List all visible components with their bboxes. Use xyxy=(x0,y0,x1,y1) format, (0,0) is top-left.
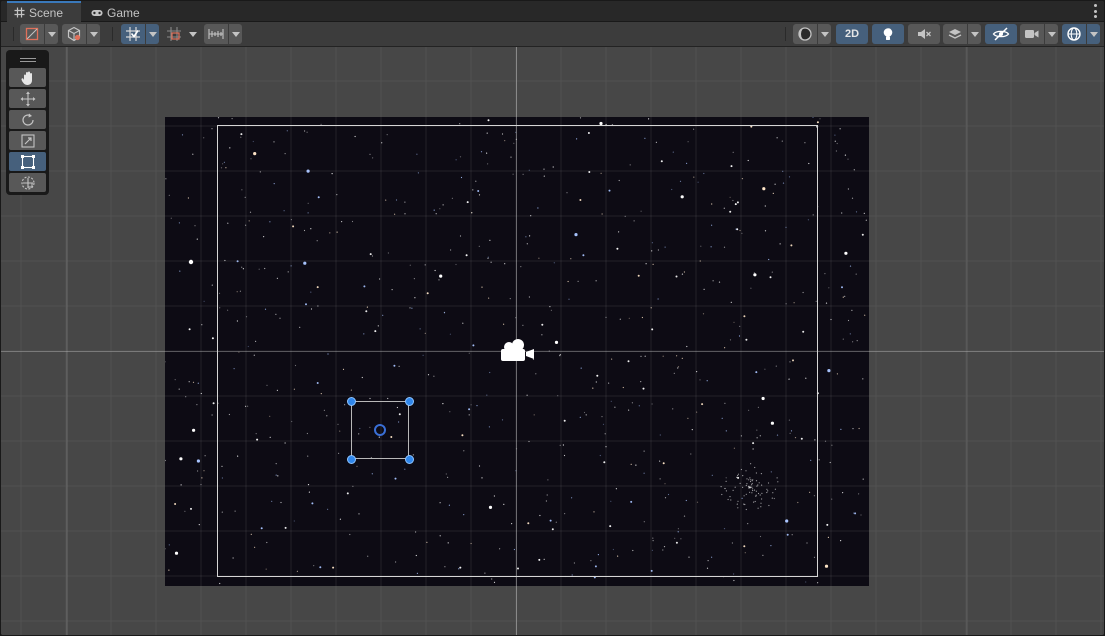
2d-toggle-label: 2D xyxy=(844,28,860,40)
toolbar-separator xyxy=(13,27,14,41)
chevron-down-icon[interactable] xyxy=(44,24,58,44)
move-arrows-icon xyxy=(20,91,35,106)
tab-scene[interactable]: Scene xyxy=(7,1,81,22)
rotate-icon xyxy=(21,113,34,126)
rect-tool-button[interactable] xyxy=(9,152,46,171)
grid-snap-icon xyxy=(126,27,140,41)
visibility-toggle-button[interactable] xyxy=(985,24,1017,44)
audio-toggle-button[interactable] xyxy=(908,24,940,44)
ruler-button[interactable] xyxy=(204,24,242,44)
rect-handle-top-left[interactable] xyxy=(346,396,356,406)
mute-icon xyxy=(918,29,931,39)
view-tool-button[interactable] xyxy=(9,68,46,87)
layers-icon xyxy=(948,29,962,39)
camera-gizmo-icon[interactable] xyxy=(498,337,536,365)
2d-toggle-button[interactable]: 2D xyxy=(836,24,868,44)
move-tool-button[interactable] xyxy=(9,89,46,108)
scene-camera-mode-button[interactable] xyxy=(62,24,100,44)
tab-game[interactable]: Game xyxy=(85,3,149,22)
chevron-down-icon[interactable] xyxy=(967,24,981,44)
scene-camera-button[interactable] xyxy=(1020,24,1058,44)
pivot-handle[interactable] xyxy=(374,424,386,436)
lighting-toggle-button[interactable] xyxy=(872,24,904,44)
toolbar-separator xyxy=(785,27,786,41)
more-options-icon[interactable] xyxy=(1092,4,1098,18)
gizmo-globe-icon xyxy=(1067,27,1081,41)
rotate-tool-button[interactable] xyxy=(9,110,46,129)
tools-overlay xyxy=(6,50,49,195)
rect-handle-bottom-right[interactable] xyxy=(404,454,414,464)
tab-game-label: Game xyxy=(107,5,140,20)
chevron-down-icon[interactable] xyxy=(817,24,831,44)
chevron-down-icon[interactable] xyxy=(1044,24,1058,44)
chevron-down-icon[interactable] xyxy=(186,24,200,44)
chevron-down-icon[interactable] xyxy=(145,24,159,44)
rect-handle-top-right[interactable] xyxy=(404,396,414,406)
effects-toggle-button[interactable] xyxy=(943,24,981,44)
transform-tool-button[interactable] xyxy=(9,173,46,192)
hand-icon xyxy=(20,71,32,85)
toolbar-separator xyxy=(112,27,113,41)
video-camera-icon xyxy=(1025,30,1039,38)
gizmos-button[interactable] xyxy=(1062,24,1100,44)
rect-handle-bottom-left[interactable] xyxy=(346,454,356,464)
hidden-eye-icon xyxy=(992,27,1010,41)
drag-handle[interactable] xyxy=(9,53,46,66)
wireframe-icon xyxy=(25,27,39,41)
grid-hash-icon xyxy=(13,7,25,19)
gizmo-draw-mode-button[interactable] xyxy=(20,24,58,44)
lightbulb-icon xyxy=(883,28,893,40)
scene-viewport[interactable] xyxy=(1,47,1104,635)
increment-snap-button[interactable] xyxy=(162,24,200,44)
rect-transform-icon xyxy=(20,154,35,169)
tab-scene-label: Scene xyxy=(29,5,64,20)
increment-snap-icon xyxy=(167,27,181,41)
tab-bar: Scene Game xyxy=(1,1,1104,22)
cube-icon xyxy=(67,26,81,42)
sphere-shading-icon xyxy=(798,27,812,41)
transform-icon xyxy=(20,175,35,190)
grid-snapping-button[interactable] xyxy=(121,24,159,44)
scale-tool-button[interactable] xyxy=(9,131,46,150)
chevron-down-icon[interactable] xyxy=(228,24,242,44)
scene-window: Scene Game 2D xyxy=(0,0,1105,636)
chevron-down-icon[interactable] xyxy=(86,24,100,44)
chevron-down-icon[interactable] xyxy=(1086,24,1100,44)
gamepad-icon xyxy=(91,7,103,19)
shading-mode-button[interactable] xyxy=(793,24,831,44)
scene-toolbar: 2D xyxy=(1,22,1104,47)
scale-icon xyxy=(20,133,35,148)
ruler-icon xyxy=(208,29,224,39)
